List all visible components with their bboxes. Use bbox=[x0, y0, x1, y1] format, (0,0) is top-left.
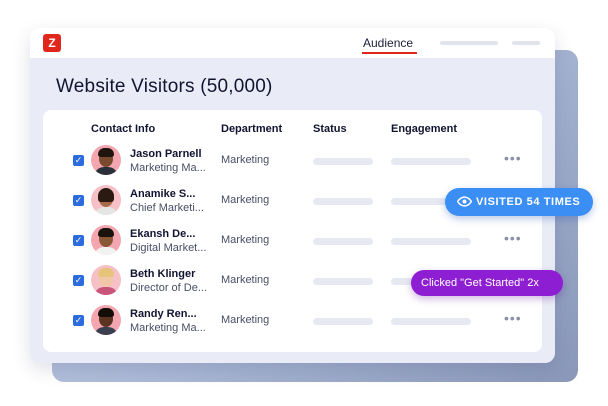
status-placeholder bbox=[313, 198, 373, 205]
row-checkbox[interactable]: ✓ bbox=[73, 195, 84, 206]
column-header-engagement[interactable]: Engagement bbox=[391, 123, 457, 135]
row-checkbox[interactable]: ✓ bbox=[73, 315, 84, 326]
column-header-status[interactable]: Status bbox=[313, 123, 347, 135]
table-row[interactable]: ✓ Randy Ren... Marketing Ma... Marketing… bbox=[43, 302, 542, 340]
page-title: Website Visitors (50,000) bbox=[56, 76, 273, 97]
row-checkbox[interactable]: ✓ bbox=[73, 275, 84, 286]
tab-audience[interactable]: Audience bbox=[363, 36, 413, 50]
department-cell: Marketing bbox=[221, 194, 270, 206]
column-header-contact[interactable]: Contact Info bbox=[91, 123, 155, 135]
department-cell: Marketing bbox=[221, 314, 270, 326]
row-checkbox[interactable]: ✓ bbox=[73, 235, 84, 246]
app-logo[interactable]: Z bbox=[43, 34, 61, 52]
visited-badge-text: VISITED 54 TIMES bbox=[476, 196, 581, 208]
status-placeholder bbox=[313, 158, 373, 165]
status-placeholder bbox=[313, 278, 373, 285]
table-row[interactable]: ✓ Jason Parnell Marketing Ma... Marketin… bbox=[43, 142, 542, 180]
column-header-department[interactable]: Department bbox=[221, 123, 282, 135]
department-cell: Marketing bbox=[221, 234, 270, 246]
avatar bbox=[91, 265, 121, 295]
contact-name: Ekansh De... bbox=[130, 228, 196, 240]
tab-placeholder[interactable] bbox=[512, 41, 540, 45]
avatar bbox=[91, 145, 121, 175]
active-tab-indicator bbox=[362, 52, 417, 54]
avatar bbox=[91, 305, 121, 335]
engagement-placeholder bbox=[391, 158, 471, 165]
visited-badge: VISITED 54 TIMES bbox=[445, 188, 593, 216]
clicked-badge-text: Clicked "Get Started" 2x bbox=[421, 277, 539, 289]
top-bar: Z Audience bbox=[30, 28, 555, 58]
contact-title: Chief Marketi... bbox=[130, 202, 204, 214]
contact-name: Anamike S... bbox=[130, 188, 196, 200]
status-placeholder bbox=[313, 318, 373, 325]
more-options-icon[interactable]: ••• bbox=[504, 310, 522, 326]
contact-title: Director of De... bbox=[130, 282, 208, 294]
contacts-table: Contact Info Department Status Engagemen… bbox=[43, 110, 542, 352]
eye-icon bbox=[456, 194, 473, 212]
engagement-placeholder bbox=[391, 238, 471, 245]
more-options-icon[interactable]: ••• bbox=[504, 150, 522, 166]
table-row[interactable]: ✓ Ekansh De... Digital Market... Marketi… bbox=[43, 222, 542, 260]
contact-name: Randy Ren... bbox=[130, 308, 197, 320]
avatar bbox=[91, 225, 121, 255]
department-cell: Marketing bbox=[221, 154, 270, 166]
engagement-placeholder bbox=[391, 318, 471, 325]
tab-placeholder[interactable] bbox=[440, 41, 498, 45]
contact-name: Jason Parnell bbox=[130, 148, 202, 160]
status-placeholder bbox=[313, 238, 373, 245]
contact-title: Marketing Ma... bbox=[130, 162, 206, 174]
department-cell: Marketing bbox=[221, 274, 270, 286]
contact-title: Marketing Ma... bbox=[130, 322, 206, 334]
row-checkbox[interactable]: ✓ bbox=[73, 155, 84, 166]
contact-name: Beth Klinger bbox=[130, 268, 196, 280]
clicked-badge: Clicked "Get Started" 2x bbox=[411, 270, 563, 296]
contact-title: Digital Market... bbox=[130, 242, 207, 254]
more-options-icon[interactable]: ••• bbox=[504, 230, 522, 246]
avatar bbox=[91, 185, 121, 215]
